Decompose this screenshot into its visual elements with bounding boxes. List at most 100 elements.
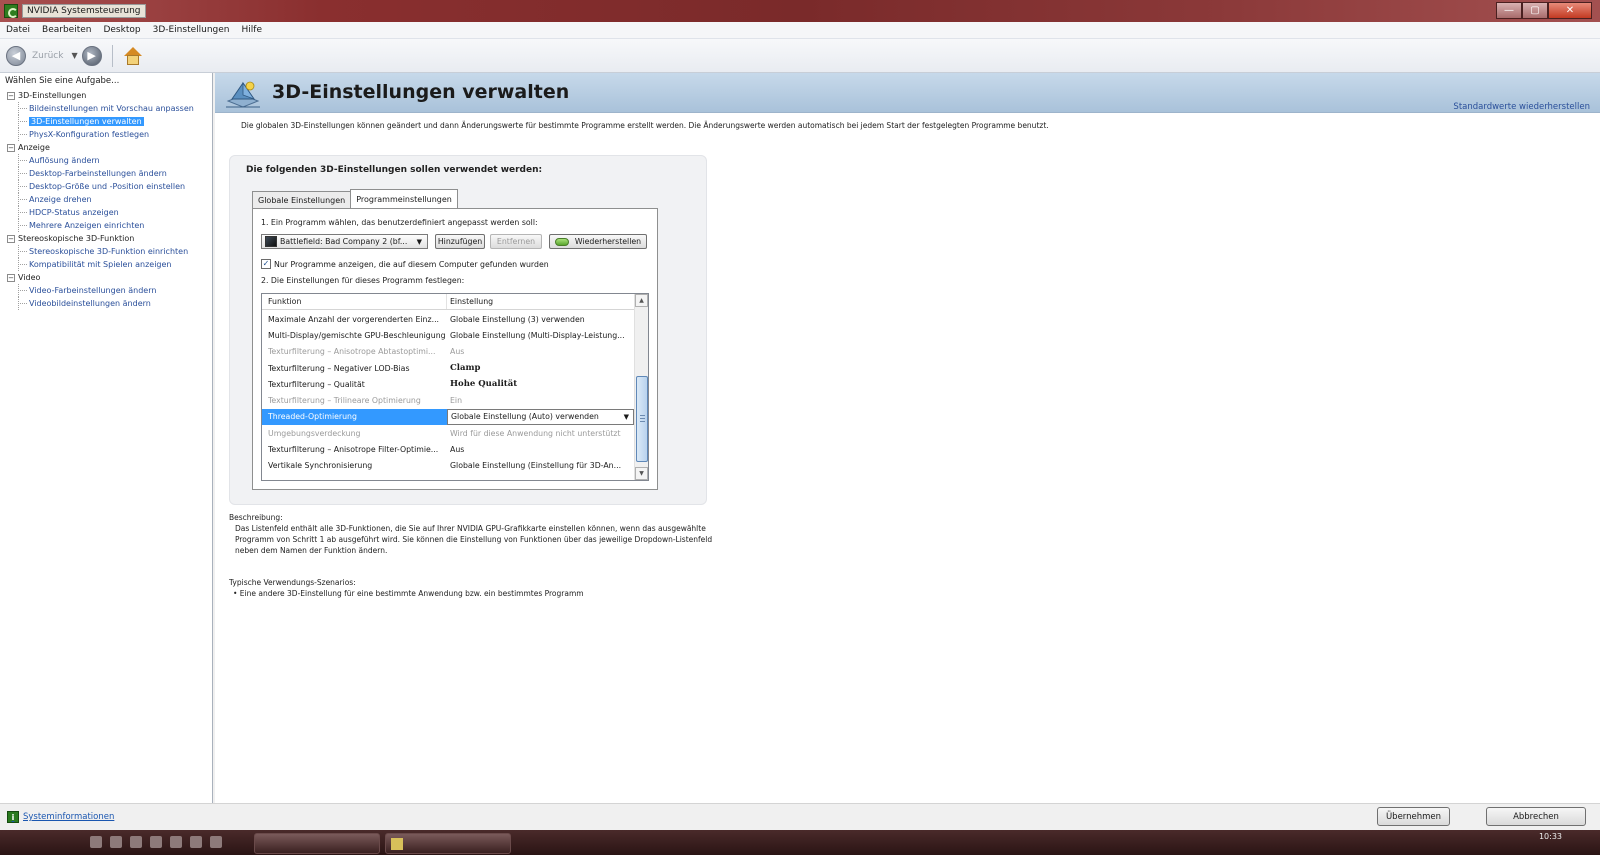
main-content: 3D-Einstellungen verwalten Standardwerte… [215,73,1600,803]
system-info-link[interactable]: i Systeminformationen [7,811,114,823]
tree-category-3d[interactable]: −3D-Einstellungen [7,89,212,102]
table-row[interactable]: Maximale Anzahl der vorgerenderten Einz.… [262,311,634,327]
column-header-funktion[interactable]: Funktion [262,294,447,309]
sidebar-item-video-farbe[interactable]: Video-Farbeinstellungen ändern [7,284,212,297]
collapse-icon[interactable]: − [7,273,15,282]
sidebar-item-kompatibilitaet[interactable]: Kompatibilität mit Spielen anzeigen [7,258,212,271]
tree-category-stereo[interactable]: − Stereoskopische 3D-Funktion [7,232,212,245]
quicklaunch-icon[interactable] [110,836,122,848]
description-text: Das Listenfeld enthält alle 3D-Funktione… [235,524,713,555]
setting-dropdown[interactable]: Globale Einstellung (Auto) verwenden ▼ [447,408,634,425]
collapse-icon[interactable]: − [7,234,15,243]
function-cell: Texturfilterung – Anisotrope Filter-Opti… [268,445,439,455]
sidebar-item-physx[interactable]: PhysX-Konfiguration festlegen [7,128,212,141]
sidebar-item-stereo-einrichten[interactable]: Stereoskopische 3D-Funktion einrichten [7,245,212,258]
program-select[interactable]: Battlefield: Bad Company 2 (bf... ▼ [261,234,428,249]
restore-defaults-link[interactable]: Standardwerte wiederherstellen [1453,102,1590,112]
sidebar-item-label: Auflösung ändern [29,156,100,165]
forward-button[interactable]: ▶ [81,45,102,66]
page-intro: Die globalen 3D-Einstellungen können geä… [241,121,1049,130]
program-settings-tabpanel: 1. Ein Programm wählen, das benutzerdefi… [252,208,658,490]
sidebar-item-label: Video-Farbeinstellungen ändern [29,286,157,295]
setting-dropdown-value: Globale Einstellung (Auto) verwenden [451,412,599,422]
program-select-value: Battlefield: Bad Company 2 (bf... [280,237,408,246]
setting-cell: Clamp [450,363,481,374]
sidebar-item-hdcp[interactable]: HDCP-Status anzeigen [7,206,212,219]
sidebar-item-label: Videobildeinstellungen ändern [29,299,151,308]
list-scrollbar[interactable]: ▲ ▼ [634,294,648,480]
task-sidebar: Wählen Sie eine Aufgabe... −3D-Einstellu… [0,73,213,803]
restore-program-label: Wiederherstellen [574,237,642,246]
show-found-programs-row: ✓ Nur Programme anzeigen, die auf diesem… [261,259,549,269]
table-row[interactable]: Multi-Display/gemischte GPU-Beschleunigu… [262,327,634,343]
taskbar-button[interactable] [254,833,380,854]
quicklaunch-icon[interactable] [90,836,102,848]
table-row[interactable]: Vertikale Synchronisierung Globale Einste… [262,458,634,474]
nvidia-taskbar-icon [391,838,403,850]
setting-cell: Globale Einstellung (3) verwenden [450,314,585,324]
table-row[interactable]: Umgebungsverdeckung Wird für diese Anwend… [262,425,634,441]
tree-category-label: Anzeige [18,143,50,152]
table-row[interactable]: Texturfilterung – Qualität Hohe Qualität [262,376,634,392]
window-title: NVIDIA Systemsteuerung [22,4,146,18]
table-row[interactable]: Texturfilterung – Trilineare Optimierung… [262,392,634,408]
setting-cell: Aus [450,347,465,357]
add-program-button[interactable]: Hinzufügen [435,234,485,249]
page-header: 3D-Einstellungen verwalten Standardwerte… [215,73,1600,113]
menu-desktop[interactable]: Desktop [97,25,146,35]
tree-category-label: 3D-Einstellungen [18,91,87,100]
sidebar-item-aufloesung[interactable]: Auflösung ändern [7,154,212,167]
page-title: 3D-Einstellungen verwalten [272,81,570,103]
restore-program-button[interactable]: Wiederherstellen [549,234,647,249]
scrollbar-thumb[interactable] [636,376,648,462]
table-row[interactable]: Texturfilterung – Anisotrope Filter-Opti… [262,441,634,457]
menu-hilfe[interactable]: Hilfe [236,25,268,35]
quicklaunch-icon[interactable] [190,836,202,848]
collapse-icon[interactable]: − [7,143,15,152]
home-icon[interactable] [123,46,143,66]
quicklaunch-icon[interactable] [210,836,222,848]
sidebar-item-bildeinstellungen[interactable]: Bildeinstellungen mit Vorschau anpassen [7,102,212,115]
setting-cell: Ein [450,396,463,406]
quicklaunch-icon[interactable] [150,836,162,848]
sidebar-item-videobild[interactable]: Videobildeinstellungen ändern [7,297,212,310]
history-dropdown-icon[interactable]: ▼ [71,51,77,60]
quicklaunch-icon[interactable] [170,836,182,848]
tree-category-anzeige[interactable]: − Anzeige [7,141,212,154]
menu-bearbeiten[interactable]: Bearbeiten [36,25,97,35]
collapse-icon[interactable]: − [7,91,15,100]
maximize-button[interactable]: ▢ [1522,2,1548,19]
sidebar-item-label: 3D-Einstellungen verwalten [29,117,144,126]
remove-program-button[interactable]: Entfernen [490,234,542,249]
taskbar-button-nvidia[interactable] [385,833,511,854]
sidebar-item-anzeige-drehen[interactable]: Anzeige drehen [7,193,212,206]
sidebar-item-desktop-farbe[interactable]: Desktop-Farbeinstellungen ändern [7,167,212,180]
tab-globale-einstellungen[interactable]: Globale Einstellungen [252,191,352,208]
minimize-button[interactable]: — [1496,2,1522,19]
column-header-einstellung[interactable]: Einstellung [447,294,493,309]
back-button[interactable]: ◀ [6,45,26,66]
menu-3d-einstellungen[interactable]: 3D-Einstellungen [147,25,236,35]
tree-category-video[interactable]: − Video [7,271,212,284]
quicklaunch-icon[interactable] [130,836,142,848]
sidebar-item-label: PhysX-Konfiguration festlegen [29,130,150,139]
sidebar-item-3d-einstellungen-verwalten[interactable]: 3D-Einstellungen verwalten [7,115,212,128]
table-row[interactable]: Texturfilterung – Anisotrope Abtastoptim… [262,344,634,360]
scroll-down-icon[interactable]: ▼ [635,467,648,480]
bottom-bar: i Systeminformationen Übernehmen Abbrech… [0,803,1600,830]
sidebar-item-desktop-groesse[interactable]: Desktop-Größe und -Position einstellen [7,180,212,193]
close-button[interactable]: ✕ [1548,2,1592,19]
table-row-selected[interactable]: Threaded-Optimierung Globale Einstellung … [262,408,634,425]
table-row[interactable]: Texturfilterung – Negativer LOD-Bias Clam… [262,360,634,376]
task-tree: −3D-Einstellungen Bildeinstellungen mit … [0,89,212,310]
sidebar-item-mehrere-anzeigen[interactable]: Mehrere Anzeigen einrichten [7,219,212,232]
tab-programmeinstellungen[interactable]: Programmeinstellungen [350,189,458,208]
menu-datei[interactable]: Datei [0,25,36,35]
cancel-button[interactable]: Abbrechen [1486,807,1586,826]
scroll-up-icon[interactable]: ▲ [635,294,648,307]
back-label[interactable]: Zurück [32,51,63,61]
apply-button[interactable]: Übernehmen [1377,807,1450,826]
function-cell: Texturfilterung – Trilineare Optimierung [268,396,421,406]
show-found-programs-checkbox[interactable]: ✓ [261,259,271,269]
description-section: Beschreibung: Das Listenfeld enthält all… [229,512,729,556]
